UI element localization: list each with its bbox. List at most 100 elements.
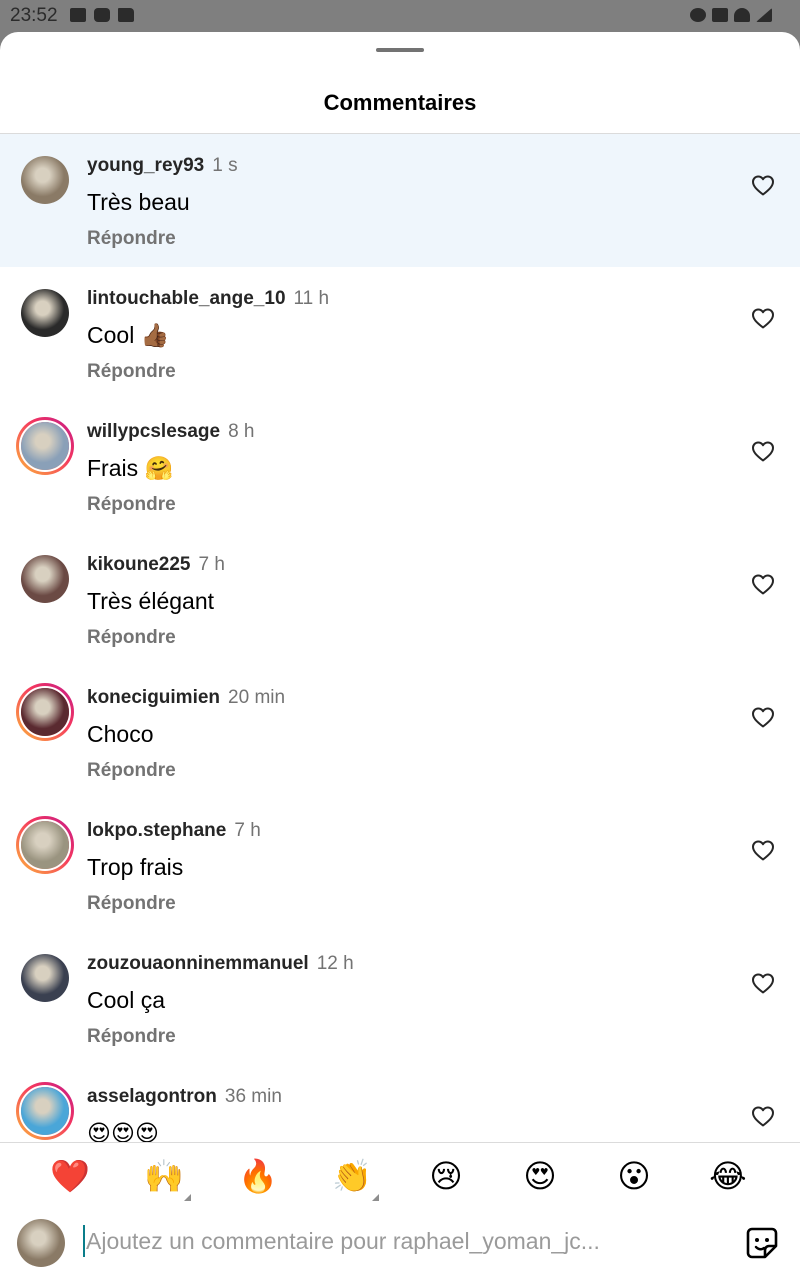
avatar-image (21, 954, 69, 1002)
comment-header: willypcslesage 8 h (87, 421, 255, 443)
comment-item: koneciguimien 20 min Choco Répondre (0, 666, 800, 799)
comment-text: Trop frais (87, 854, 184, 880)
reply-button[interactable]: Répondre (87, 494, 176, 516)
status-bar: 23:52 (0, 0, 800, 32)
like-heart-icon[interactable] (751, 174, 775, 196)
comment-username[interactable]: young_rey93 (87, 155, 204, 176)
status-right-icons (690, 8, 772, 22)
alarm-icon (690, 8, 706, 22)
crying-emoji[interactable]: 😢 (423, 1153, 469, 1199)
more-options-indicator (372, 1194, 379, 1201)
avatar[interactable] (21, 555, 69, 603)
comment-text: Frais 🤗 (87, 455, 174, 481)
status-left-icons (70, 8, 134, 22)
comment-item: lokpo.stephane 7 h Trop frais Répondre (0, 799, 800, 932)
comment-header: koneciguimien 20 min (87, 687, 285, 709)
heart-eyes-emoji[interactable]: 😍 (517, 1153, 563, 1199)
reply-button[interactable]: Répondre (87, 760, 176, 782)
comment-username[interactable]: asselagontron (87, 1086, 217, 1107)
like-heart-icon[interactable] (751, 573, 775, 595)
comment-text: Cool ça (87, 987, 165, 1013)
comment-item: asselagontron36 min😍😍😍Répondre (0, 1065, 800, 1142)
heart-emoji[interactable]: ❤️ (47, 1153, 93, 1199)
comment-item: kikoune225 7 h Très élégant Répondre (0, 533, 800, 666)
comment-username[interactable]: lintouchable_ange_10 (87, 288, 286, 309)
comment-timestamp: 11 h (293, 288, 330, 309)
like-heart-icon[interactable] (751, 706, 775, 728)
avatar[interactable] (16, 683, 74, 741)
comment-username[interactable]: koneciguimien (87, 687, 220, 708)
reply-button[interactable]: Répondre (87, 627, 176, 649)
like-heart-icon[interactable] (751, 307, 775, 329)
comment-header: asselagontron 36 min (87, 1086, 282, 1108)
comment-username[interactable]: zouzouaonninemmanuel (87, 953, 309, 974)
reply-button[interactable]: Répondre (87, 893, 176, 915)
avatar-image (21, 1087, 69, 1135)
drag-handle[interactable] (376, 48, 424, 52)
comment-timestamp: 20 min (228, 687, 286, 708)
avatar-image (21, 555, 69, 603)
fire-emoji[interactable]: 🔥 (235, 1153, 281, 1199)
avatar-story-ring (19, 819, 71, 871)
comment-header: lintouchable_ange_10 11 h (87, 288, 329, 310)
avatar[interactable] (21, 156, 69, 204)
like-heart-icon[interactable] (751, 440, 775, 462)
comment-header: zouzouaonninemmanuel 12 h (87, 953, 354, 975)
reply-button[interactable]: Répondre (87, 228, 176, 250)
image-icon (70, 8, 86, 22)
wifi-icon (734, 8, 750, 22)
like-heart-icon[interactable] (751, 972, 775, 994)
comment-input-row (0, 1213, 800, 1277)
comment-input[interactable] (86, 1223, 666, 1259)
avatar-image (21, 156, 69, 204)
reply-button[interactable]: Répondre (87, 1026, 176, 1048)
current-user-avatar (17, 1219, 65, 1267)
quick-reactions-bar: ❤️ 🙌 🔥 👏 😢 😍 😮 😂 (0, 1153, 800, 1201)
comment-timestamp: 8 h (228, 421, 255, 442)
signal-icon (756, 8, 772, 22)
comment-text: Très beau (87, 189, 190, 215)
clapping-emoji[interactable]: 👏 (329, 1153, 379, 1201)
avatar-image (17, 1219, 65, 1267)
comment-username[interactable]: willypcslesage (87, 421, 220, 442)
sticker-icon[interactable] (745, 1226, 779, 1260)
avatar-story-ring (19, 420, 71, 472)
avatar[interactable] (21, 289, 69, 337)
folder-icon (118, 8, 134, 22)
sheet-title: Commentaires (323, 90, 477, 115)
comment-item: lintouchable_ange_10 11 h Cool 👍🏾 Répondre (0, 267, 800, 400)
reply-button[interactable]: Répondre (87, 361, 176, 383)
comment-text: Choco (87, 721, 154, 747)
comment-timestamp: 36 min (224, 1086, 282, 1107)
comment-item: young_rey93 1 s Très beau Répondre (0, 134, 800, 267)
surprised-emoji[interactable]: 😮 (611, 1153, 657, 1199)
comments-list[interactable]: young_rey93 1 s Très beau Répondre lintoucha… (0, 134, 800, 1142)
comment-username[interactable]: lokpo.stephane (87, 820, 226, 841)
avatar-story-ring (19, 686, 71, 738)
comment-item: zouzouaonninemmanuel 12 h Cool ça Répondre (0, 932, 800, 1065)
like-heart-icon[interactable] (751, 839, 775, 861)
avatar[interactable] (16, 417, 74, 475)
avatar-story-ring (19, 1085, 71, 1137)
comments-sheet: Commentaires young_rey93 1 s Très beau Répo… (0, 32, 800, 1280)
avatar[interactable] (16, 1082, 74, 1140)
text-caret (83, 1225, 85, 1257)
comment-header: young_rey93 1 s (87, 155, 238, 177)
more-options-indicator (184, 1194, 191, 1201)
like-heart-icon[interactable] (751, 1105, 775, 1127)
avatar[interactable] (16, 816, 74, 874)
comment-text: 😍😍😍 (87, 1120, 159, 1142)
avatar-image (21, 821, 69, 869)
comment-item: willypcslesage 8 h Frais 🤗 Répondre (0, 400, 800, 533)
comment-header: kikoune225 7 h (87, 554, 225, 576)
comment-timestamp: 1 s (212, 155, 238, 176)
raised-hands-emoji[interactable]: 🙌 (141, 1153, 191, 1201)
comment-text: Cool 👍🏾 (87, 322, 170, 348)
comment-timestamp: 7 h (198, 554, 225, 575)
comment-username[interactable]: kikoune225 (87, 554, 191, 575)
status-time: 23:52 (10, 5, 58, 26)
comment-composer-area: ❤️ 🙌 🔥 👏 😢 😍 😮 😂 (0, 1142, 800, 1280)
mute-icon (712, 8, 728, 22)
avatar[interactable] (21, 954, 69, 1002)
tears-of-joy-emoji[interactable]: 😂 (705, 1153, 751, 1199)
